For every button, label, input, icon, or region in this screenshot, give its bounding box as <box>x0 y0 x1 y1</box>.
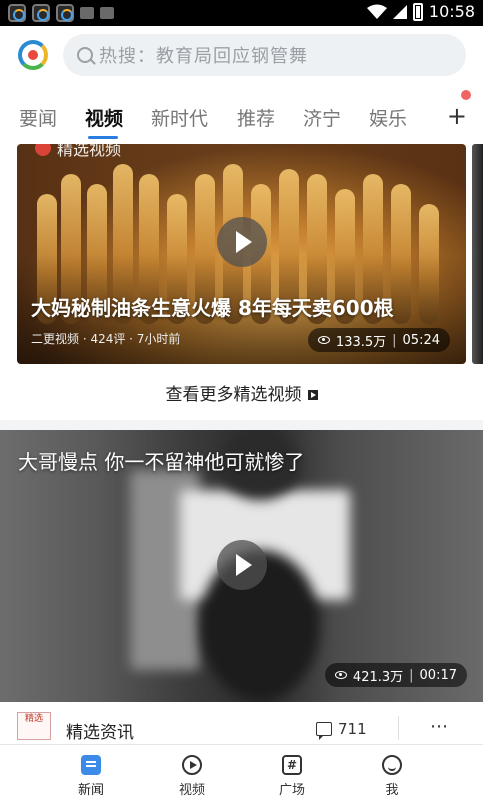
square-icon: # <box>282 755 302 775</box>
feed[interactable]: 精选视频 大妈秘制油条生意火爆 8年每天卖600根 二更视频 · 424评 · … <box>0 144 483 744</box>
featured-video-card[interactable]: 精选视频 大妈秘制油条生意火爆 8年每天卖600根 二更视频 · 424评 · … <box>17 144 466 364</box>
nav-square-label: 广场 <box>278 783 305 798</box>
more-options-icon[interactable]: ⋯ <box>430 716 449 737</box>
active-tab-indicator <box>88 136 118 139</box>
tab-jining[interactable]: 济宁 <box>303 104 341 131</box>
notification-app-icon <box>32 4 50 22</box>
status-bar: 10:58 <box>0 0 483 26</box>
nav-square[interactable]: # 广场 <box>262 755 322 798</box>
tab-recommend[interactable]: 推荐 <box>237 104 275 131</box>
news-icon <box>81 755 101 775</box>
source-name[interactable]: 精选资讯 <box>66 718 134 743</box>
featured-stats: 133.5万 | 05:24 <box>307 328 450 352</box>
arrow-right-icon <box>307 390 318 400</box>
video-card[interactable]: 大哥慢点 你一不留神他可就惨了 421.3万 | 00:17 <box>0 430 483 702</box>
featured-duration: 05:24 <box>402 332 440 348</box>
wifi-icon <box>366 4 387 19</box>
add-channel-button[interactable]: + <box>447 102 467 130</box>
search-icon <box>77 47 93 63</box>
app-logo-icon[interactable] <box>18 40 48 70</box>
views-icon <box>317 336 330 344</box>
notification-app-icon <box>56 4 74 22</box>
me-icon <box>382 755 402 775</box>
tab-video[interactable]: 视频 <box>85 104 123 131</box>
search-bar[interactable]: 热搜：教育局回应钢管舞 <box>63 34 466 76</box>
comment-count: 711 <box>338 720 367 738</box>
play-icon[interactable] <box>217 217 267 267</box>
nav-news-label: 新闻 <box>77 783 104 798</box>
new-badge-dot <box>461 90 471 100</box>
nav-news[interactable]: 新闻 <box>61 755 121 798</box>
app-header: 热搜：教育局回应钢管舞 <box>0 26 483 84</box>
nav-video[interactable]: 视频 <box>162 755 222 798</box>
featured-section-badge: 精选视频 <box>35 144 121 160</box>
bottom-navigation: 新闻 视频 # 广场 我 <box>0 744 483 802</box>
battery-icon <box>412 2 423 21</box>
channel-tabs: 要闻 视频 新时代 推荐 济宁 娱乐 + <box>0 84 483 144</box>
video-stats: 421.3万 | 00:17 <box>324 663 467 687</box>
views-icon <box>334 671 347 679</box>
play-icon[interactable] <box>217 540 267 590</box>
nav-video-label: 视频 <box>178 783 205 798</box>
video-icon <box>182 755 202 775</box>
search-placeholder: 热搜：教育局回应钢管舞 <box>99 46 308 67</box>
featured-icon <box>35 144 51 156</box>
comment-icon <box>316 722 332 740</box>
comment-button[interactable]: 711 <box>316 720 367 740</box>
tab-xinshidai[interactable]: 新时代 <box>151 104 208 131</box>
source-avatar[interactable]: 精选 <box>17 712 51 740</box>
video-title[interactable]: 大哥慢点 你一不留神他可就惨了 <box>18 446 304 475</box>
tab-yaowen[interactable]: 要闻 <box>19 104 57 131</box>
nav-me-label: 我 <box>385 783 399 798</box>
next-card-peek[interactable] <box>472 144 483 364</box>
tab-entertainment[interactable]: 娱乐 <box>369 104 407 131</box>
signal-icon <box>392 4 407 19</box>
status-time: 10:58 <box>428 2 475 21</box>
more-featured-link[interactable]: 查看更多精选视频 <box>0 380 483 405</box>
notification-app-icon <box>8 4 26 22</box>
video-source-row: 精选 精选资讯 711 ⋯ <box>0 702 483 744</box>
section-divider <box>0 420 483 430</box>
video-views: 421.3万 <box>352 669 404 685</box>
source-logo-text: 精选 <box>24 714 43 724</box>
status-bar-notifications <box>8 4 114 22</box>
video-duration: 00:17 <box>419 667 457 683</box>
featured-video-meta: 二更视频 · 424评 · 7小时前 <box>31 332 181 346</box>
status-bar-system: 10:58 <box>366 2 475 21</box>
featured-views: 133.5万 <box>335 334 387 350</box>
notification-small-icon <box>100 7 114 19</box>
notification-small-icon <box>80 7 94 19</box>
more-featured-label: 查看更多精选视频 <box>165 385 302 405</box>
divider <box>398 716 399 740</box>
nav-me[interactable]: 我 <box>362 755 422 798</box>
featured-section-label: 精选视频 <box>57 144 122 159</box>
featured-video-title[interactable]: 大妈秘制油条生意火爆 8年每天卖600根 <box>31 292 394 321</box>
